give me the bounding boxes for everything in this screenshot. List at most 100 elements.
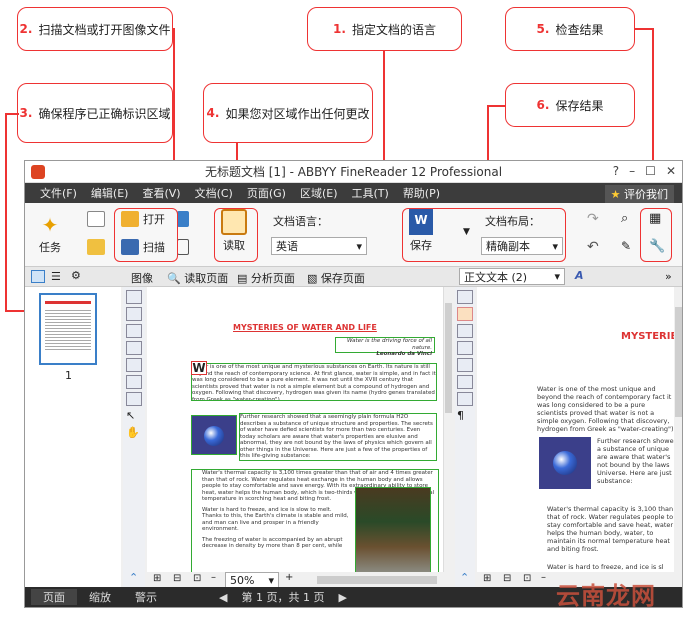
fit-page-icon[interactable]: ⊞	[483, 573, 491, 584]
zoom-out-icon[interactable]: –	[211, 572, 216, 583]
collapse-right-icon[interactable]: »	[665, 270, 672, 283]
text-picture-planet	[539, 437, 591, 489]
help-icon[interactable]: ?	[613, 164, 619, 178]
text-area-tool-icon[interactable]	[126, 290, 142, 304]
table-area-tool-icon[interactable]	[126, 341, 142, 355]
page-settings-icon[interactable]: ⚙	[71, 269, 81, 282]
read-page-label: 读取页面	[184, 272, 229, 285]
zoom-out-icon[interactable]: –	[541, 572, 546, 583]
menu-tools[interactable]: 工具(T)	[345, 185, 396, 201]
task-button[interactable]: ✦ 任务	[39, 213, 61, 255]
menu-view[interactable]: 查看(V)	[135, 185, 187, 201]
ae-icon[interactable]	[457, 341, 473, 355]
hand-tool-icon[interactable]: ✋	[126, 426, 142, 440]
doc-picture-planet[interactable]	[191, 415, 237, 455]
save-page-button[interactable]: ▧ 保存页面	[307, 270, 365, 286]
background-picture-tool-icon[interactable]	[126, 324, 142, 338]
connector	[635, 28, 653, 30]
prev-page-icon[interactable]: ◀	[219, 591, 227, 604]
zoom-select[interactable]: 50% ▾	[225, 572, 279, 588]
doc-paragraph-1[interactable]: Water is one of the most unique and myst…	[191, 363, 437, 401]
fit-height-icon[interactable]: ⊡	[193, 573, 201, 584]
read-page-button[interactable]: 🔍 读取页面	[167, 270, 228, 286]
barcode-area-tool-icon[interactable]	[126, 358, 142, 372]
analyze-page-button[interactable]: ▤ 分析页面	[237, 270, 295, 286]
doc-bullet-2: Water is hard to freeze, and ice is slow…	[202, 506, 349, 533]
tab-page[interactable]: 页面	[31, 589, 77, 605]
image-scrollbar[interactable]	[443, 287, 453, 572]
rate-us-button[interactable]: ★ 评价我们	[604, 185, 674, 203]
menu-help[interactable]: 帮助(P)	[396, 185, 447, 201]
recognized-area-icon[interactable]	[457, 290, 473, 304]
menu-page[interactable]: 页面(G)	[240, 185, 293, 201]
chevron-down-icon: ▾	[268, 573, 274, 587]
text-pane: MYSTERIES O Water is one of the most uni…	[477, 287, 682, 572]
image-edit-icon[interactable]	[177, 211, 189, 227]
undo-icon[interactable]: ↶	[587, 239, 599, 255]
text-scrollbar[interactable]	[674, 287, 682, 572]
text-search-icon[interactable]	[457, 358, 473, 372]
doc-paragraph-2[interactable]: Further research showed that a seemingly…	[239, 413, 437, 461]
tab-zoom[interactable]: 缩放	[77, 589, 123, 605]
menu-area[interactable]: 区域(E)	[293, 185, 345, 201]
text-bullet-2[interactable]: Water is hard to freeze, and ice is sl	[547, 563, 679, 571]
read-page-icon: 🔍	[167, 272, 181, 285]
doc-picture-waterfall[interactable]	[355, 487, 431, 572]
close-icon[interactable]: ✕	[666, 164, 676, 178]
page-thumbnail[interactable]	[39, 293, 97, 365]
scroll-up-icon[interactable]: ⌃	[460, 571, 469, 584]
order-areas-tool-icon[interactable]	[126, 392, 142, 406]
find-icon[interactable]: ⌕	[621, 211, 628, 226]
fit-width-icon[interactable]: ⊟	[173, 573, 181, 584]
language-select[interactable]: 英语 ▾	[271, 237, 367, 255]
text-paragraph-1[interactable]: Water is one of the most unique and beyo…	[537, 385, 677, 433]
save-page-icon: ▧	[307, 272, 318, 285]
fit-height-icon[interactable]: ⊡	[523, 573, 531, 584]
language-caption: 文档语言：	[273, 215, 328, 228]
analyze-page-label: 分析页面	[250, 272, 295, 285]
highlight-verify	[640, 208, 672, 262]
menu-edit[interactable]: 编辑(E)	[84, 185, 136, 201]
pilcrow-icon[interactable]: ¶	[457, 409, 473, 423]
horizontal-scrollbar[interactable]	[317, 576, 437, 584]
highlight-read	[214, 208, 258, 262]
delete-area-tool-icon[interactable]	[126, 375, 142, 389]
thumbnails-view-icon[interactable]	[31, 270, 45, 283]
fit-page-icon[interactable]: ⊞	[153, 573, 161, 584]
watermark: 云南龙网	[556, 582, 656, 610]
callout-num: 1.	[333, 22, 346, 36]
window-title: 无标题文档 [1] - ABBYY FineReader 12 Professi…	[204, 165, 503, 179]
save-page-label: 保存页面	[320, 272, 365, 285]
scroll-up-icon[interactable]: ⌃	[129, 571, 138, 584]
callout-num: 6.	[536, 98, 550, 112]
callout-text: 如果您对区域作出任何更改	[225, 106, 370, 121]
maximize-icon[interactable]: ☐	[645, 164, 656, 178]
redo-icon[interactable]: ↷	[587, 211, 599, 227]
menu-document[interactable]: 文档(C)	[188, 185, 240, 201]
highlight-save	[402, 208, 566, 262]
fit-width-icon[interactable]: ⊟	[503, 573, 511, 584]
details-view-icon[interactable]: ☰	[51, 270, 61, 283]
text-mode-select[interactable]: 正文文本 (2) ▾	[459, 268, 565, 285]
pointer-tool-icon[interactable]: ↖	[126, 409, 142, 423]
next-page-icon[interactable]: ▶	[338, 591, 346, 604]
callout-save: 6. 保存结果	[505, 83, 635, 127]
menu-bar: 文件(F) 编辑(E) 查看(V) 文档(C) 页面(G) 区域(E) 工具(T…	[25, 183, 682, 203]
text-paragraph-2[interactable]: Further research showed a substance of u…	[597, 437, 679, 485]
new-doc-icon[interactable]	[87, 211, 105, 227]
tab-warnings[interactable]: 警示	[123, 589, 169, 605]
callout-text: 扫描文档或打开图像文件	[38, 22, 171, 37]
paragraph-return-icon[interactable]	[457, 324, 473, 338]
picture-area-tool-icon[interactable]	[126, 307, 142, 321]
verify-text-icon[interactable]	[457, 375, 473, 389]
edit-text-icon[interactable]: ✎	[621, 239, 631, 253]
menu-file[interactable]: 文件(F)	[33, 185, 84, 201]
minimize-icon[interactable]: –	[629, 164, 635, 178]
text-bullet-1[interactable]: Water's thermal capacity is 3,100 than t…	[547, 505, 679, 553]
zoom-in-icon[interactable]: +	[285, 572, 293, 583]
highlight-icon[interactable]	[457, 307, 473, 321]
notes-icon[interactable]	[457, 392, 473, 406]
font-style-icon[interactable]: A	[575, 269, 584, 282]
pencil-icon[interactable]	[177, 239, 189, 255]
open-folder-small-icon[interactable]	[87, 239, 105, 255]
